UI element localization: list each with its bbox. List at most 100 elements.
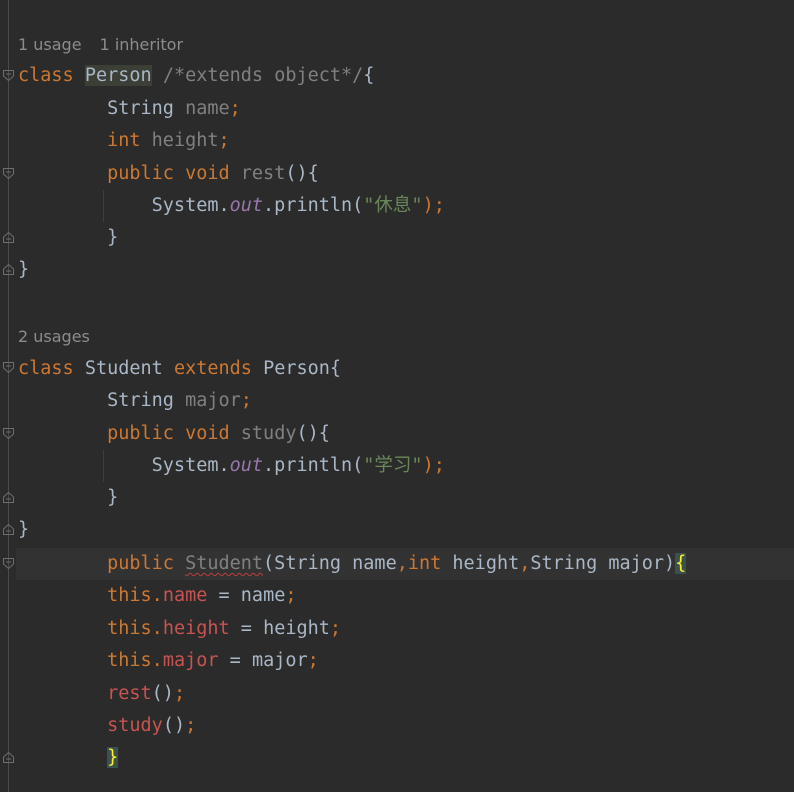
usages-hint[interactable]: 1 usage	[18, 35, 82, 54]
code-editor[interactable]: 1 usage 1 inheritor 2 usages class Person…	[0, 0, 794, 792]
code-line-current[interactable]: public Student(String name,int height,St…	[16, 548, 794, 580]
fold-open-icon[interactable]	[2, 427, 15, 440]
parameter: height	[441, 553, 520, 574]
keyword: extends	[173, 358, 252, 379]
keyword: this	[107, 585, 152, 606]
code-line[interactable]: this.major = major;	[18, 645, 794, 677]
identifier: height	[263, 618, 330, 639]
code-line[interactable]: }	[18, 514, 794, 546]
brace: {	[329, 358, 342, 379]
code-line[interactable]: System.out.println("休息");	[18, 190, 794, 222]
class-ref: System.	[151, 455, 230, 476]
fold-open-icon[interactable]	[2, 361, 15, 374]
parens: (){	[296, 423, 330, 444]
code-line[interactable]: String name;	[18, 93, 794, 125]
semicolon: ;	[173, 683, 186, 704]
semicolon: ;	[229, 98, 241, 119]
operator: =	[218, 650, 252, 671]
code-line[interactable]: System.out.println("学习");	[18, 450, 794, 482]
code-line[interactable]: }	[18, 222, 794, 254]
fold-close-icon[interactable]	[2, 523, 15, 536]
comment: /*extends object*/	[162, 65, 364, 86]
constructor-name-error[interactable]: Student	[185, 553, 263, 574]
semicolon: ;	[218, 130, 230, 151]
class-name: Person	[84, 65, 152, 86]
close-call: );	[422, 455, 445, 476]
code-line[interactable]: class Student extends Person{	[18, 353, 794, 385]
keyword: class	[18, 65, 74, 86]
keyword: int	[107, 130, 141, 151]
parameter: (String name	[263, 553, 397, 574]
dot: .	[151, 585, 163, 606]
keyword: public	[107, 163, 174, 184]
fold-close-icon[interactable]	[2, 231, 15, 244]
semicolon: ;	[329, 618, 342, 639]
fold-open-icon[interactable]	[2, 167, 15, 180]
dot: .	[151, 618, 163, 639]
usages-hint[interactable]: 2 usages	[18, 327, 90, 346]
comma: ,	[396, 553, 408, 574]
type: String	[107, 390, 174, 411]
fold-open-icon[interactable]	[2, 557, 15, 570]
code-line[interactable]: }	[18, 254, 794, 286]
code-line[interactable]: this.name = name;	[18, 580, 794, 612]
code-line[interactable]: public void rest(){	[18, 158, 794, 190]
brace: }	[18, 519, 30, 540]
fold-open-icon[interactable]	[2, 69, 15, 82]
inheritors-hint[interactable]: 1 inheritor	[100, 35, 184, 54]
string-literal: "休息"	[363, 195, 423, 216]
method-call: .println(	[263, 195, 364, 216]
method-call: rest	[107, 683, 152, 704]
inlay-hint-student[interactable]: 2 usages	[18, 325, 108, 349]
code-line[interactable]: }	[18, 742, 794, 774]
field: height	[151, 130, 219, 151]
keyword: void	[185, 163, 230, 184]
close-call: );	[422, 195, 445, 216]
field-ref: height	[162, 618, 230, 639]
code-line[interactable]: public void study(){	[18, 418, 794, 450]
brace: {	[363, 65, 375, 86]
field: name	[185, 98, 230, 119]
code-line[interactable]: class Person /*extends object*/{	[18, 60, 794, 92]
comma: ,	[519, 553, 531, 574]
static-field: out	[229, 455, 264, 476]
code-line[interactable]: int height;	[18, 125, 794, 157]
field: major	[185, 390, 241, 411]
parens: ()	[162, 715, 186, 736]
class-ref: Person	[263, 358, 330, 379]
semicolon: ;	[185, 715, 197, 736]
keyword: public	[107, 553, 174, 574]
parens: ()	[151, 683, 174, 704]
method-call: .println(	[263, 455, 364, 476]
operator: =	[207, 585, 241, 606]
parameter: String major)	[530, 553, 676, 574]
code-line[interactable]: rest();	[18, 678, 794, 710]
method-name: rest	[240, 163, 286, 184]
keyword: void	[185, 423, 230, 444]
identifier: major	[251, 650, 308, 671]
code-line[interactable]: String major;	[18, 385, 794, 417]
class-name: Student	[84, 358, 163, 379]
method-call: study	[107, 715, 163, 736]
class-ref: System.	[151, 195, 230, 216]
brace: }	[107, 487, 119, 508]
fold-close-icon[interactable]	[2, 263, 15, 276]
code-line[interactable]: study();	[18, 710, 794, 742]
semicolon: ;	[285, 585, 297, 606]
code-line[interactable]: }	[18, 482, 794, 514]
parens: (){	[285, 163, 319, 184]
type: String	[107, 98, 174, 119]
fold-close-icon[interactable]	[2, 491, 15, 504]
semicolon: ;	[307, 650, 319, 671]
keyword: this	[107, 650, 152, 671]
code-line[interactable]: this.height = height;	[18, 613, 794, 645]
semicolon: ;	[240, 390, 252, 411]
fold-close-icon[interactable]	[2, 751, 15, 764]
method-name: study	[240, 423, 297, 444]
field-ref: major	[162, 650, 219, 671]
dot: .	[151, 650, 163, 671]
operator: =	[229, 618, 264, 639]
string-literal: "学习"	[363, 455, 423, 476]
keyword: int	[407, 553, 442, 574]
inlay-hint-person[interactable]: 1 usage 1 inheritor	[18, 33, 201, 57]
